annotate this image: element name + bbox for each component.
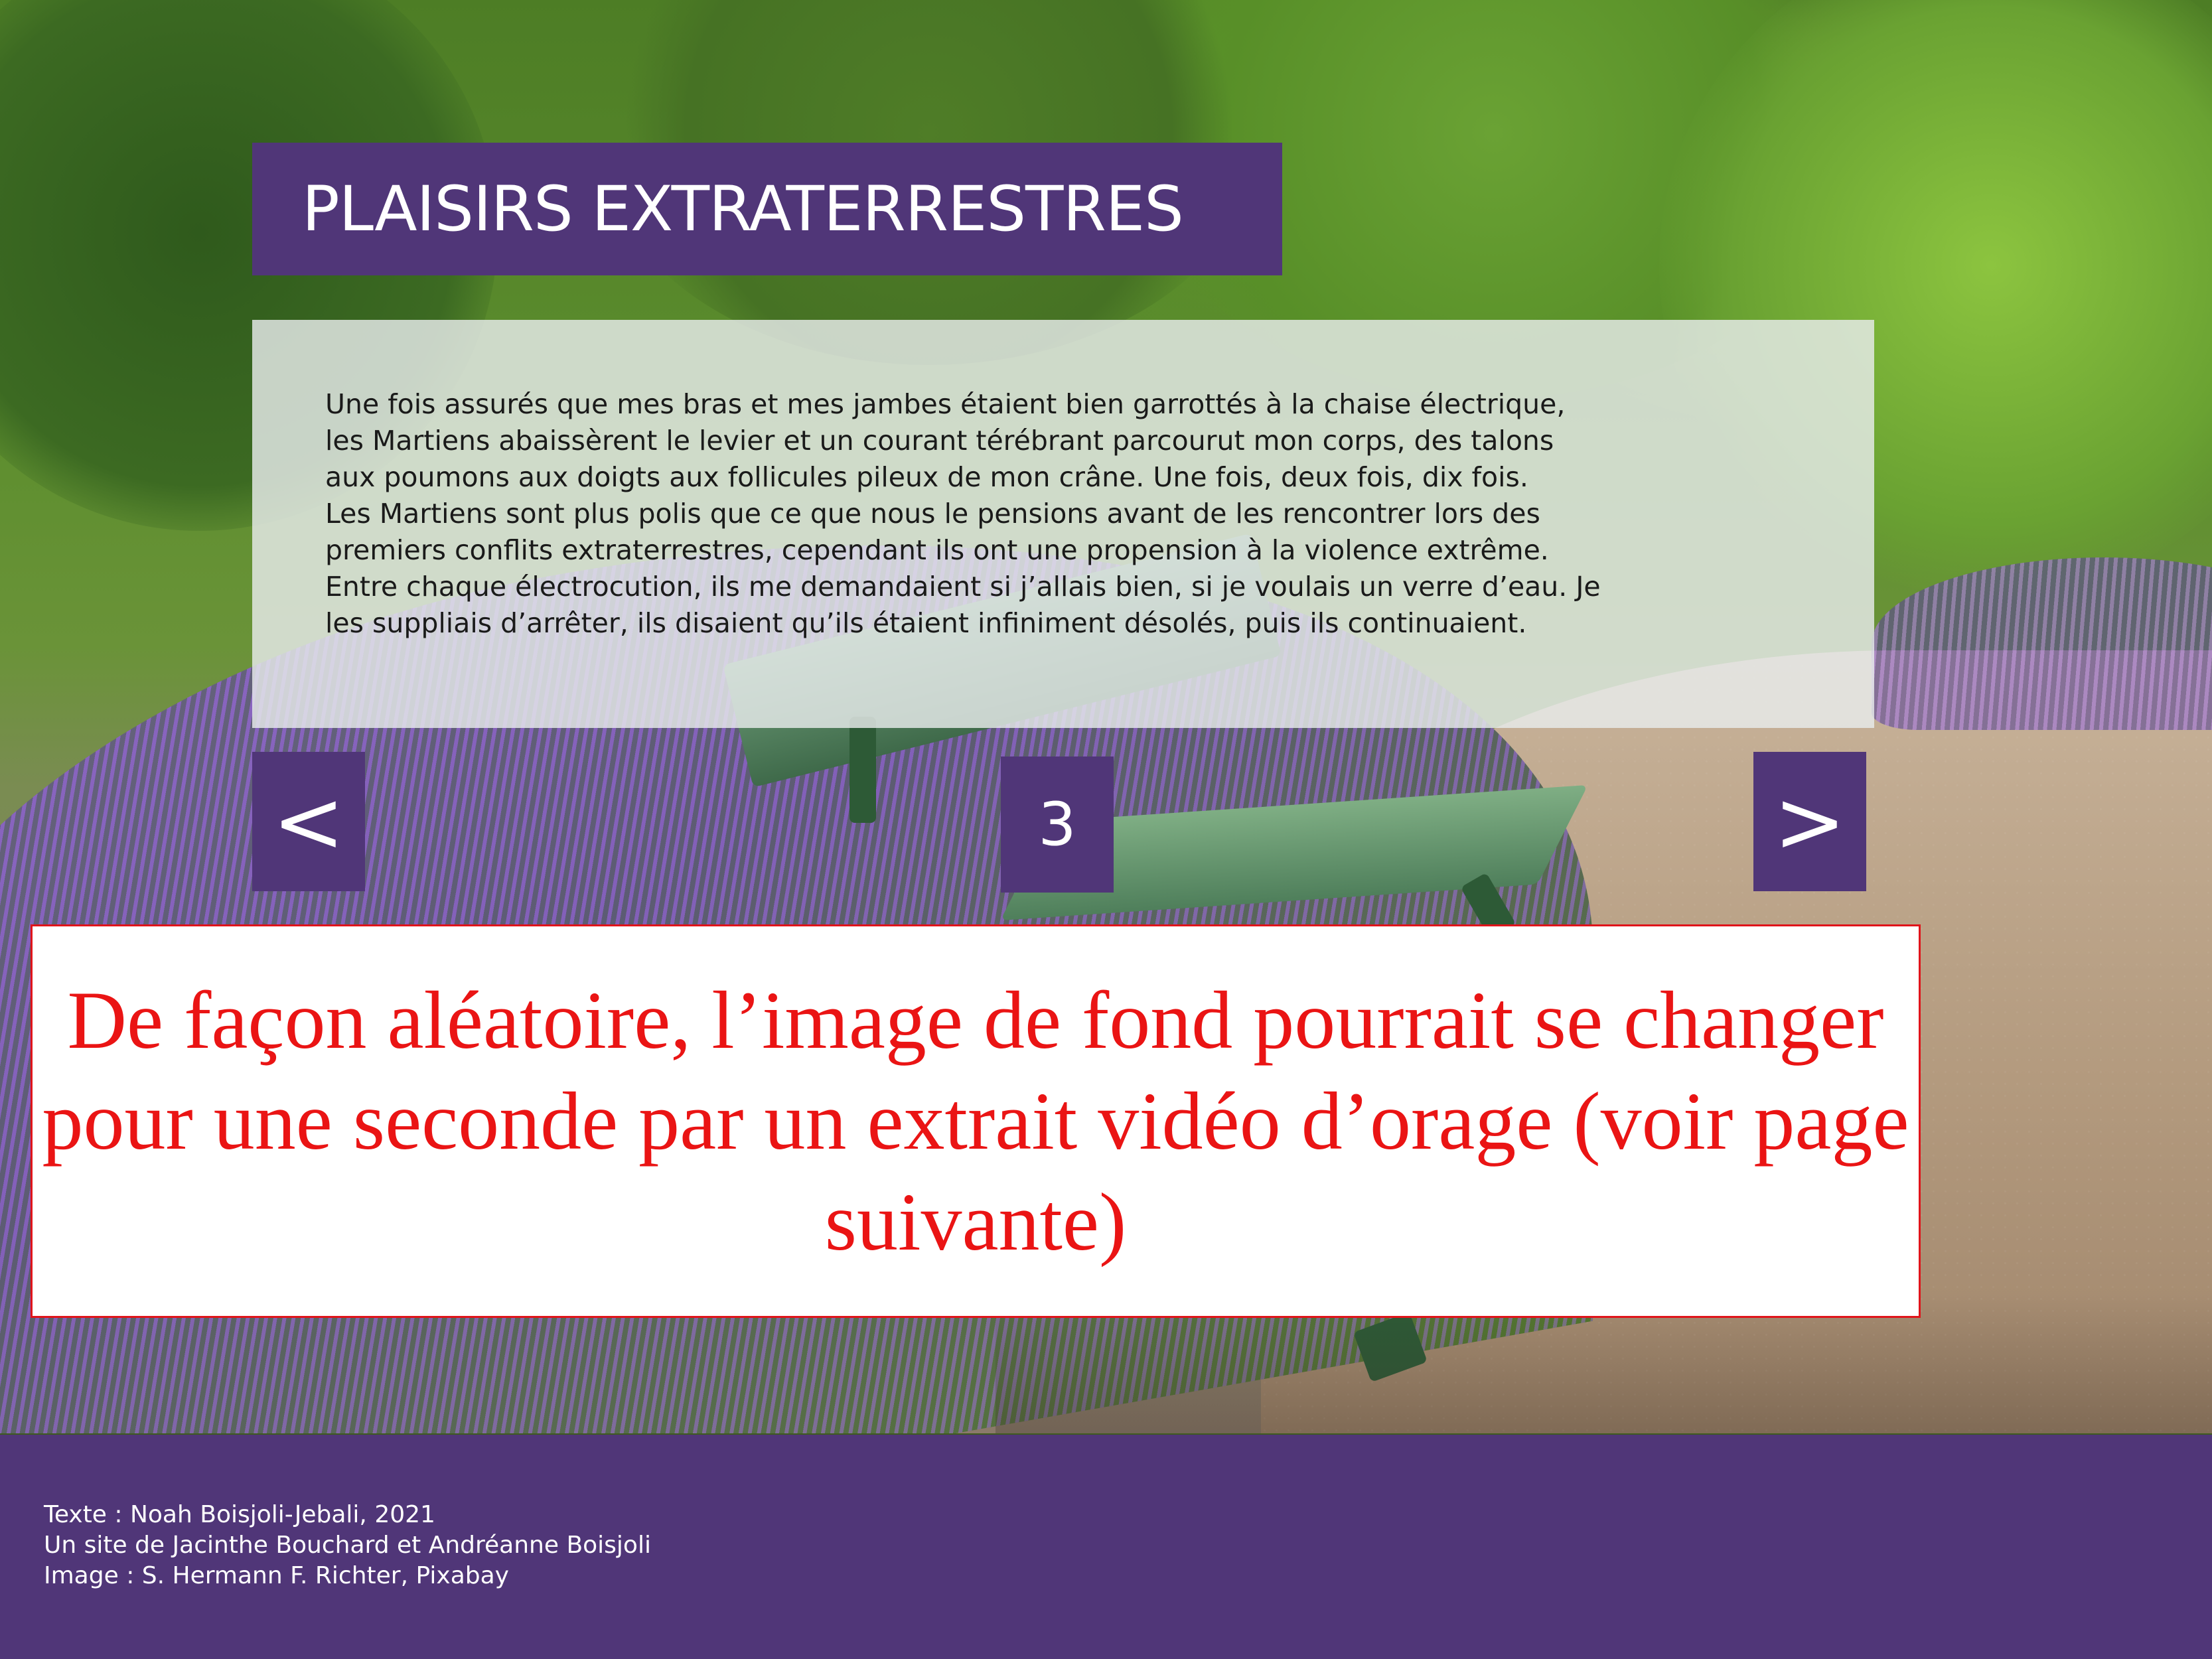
annotation-note-text: De façon aléatoire, l’image de fond pour… — [42, 974, 1909, 1267]
footer-credit-site: Un site de Jacinthe Bouchard et Andréann… — [44, 1532, 651, 1559]
previous-page-button[interactable]: < — [252, 752, 365, 891]
page-number-badge: 3 — [1001, 757, 1114, 893]
page-title: PLAISIRS EXTRATERRESTRES — [302, 173, 1184, 246]
page-title-bar: PLAISIRS EXTRATERRESTRES — [252, 143, 1282, 275]
next-page-button[interactable]: > — [1753, 752, 1866, 891]
footer: Texte : Noah Boisjoli-Jebali, 2021 Un si… — [0, 1435, 2212, 1659]
story-text: Une fois assurés que mes bras et mes jam… — [325, 388, 1601, 639]
story-text-panel: Une fois assurés que mes bras et mes jam… — [252, 320, 1874, 728]
annotation-note-box: De façon aléatoire, l’image de fond pour… — [31, 924, 1921, 1318]
footer-credit-text: Texte : Noah Boisjoli-Jebali, 2021 — [44, 1501, 435, 1528]
footer-credit-image: Image : S. Hermann F. Richter, Pixabay — [44, 1562, 509, 1589]
